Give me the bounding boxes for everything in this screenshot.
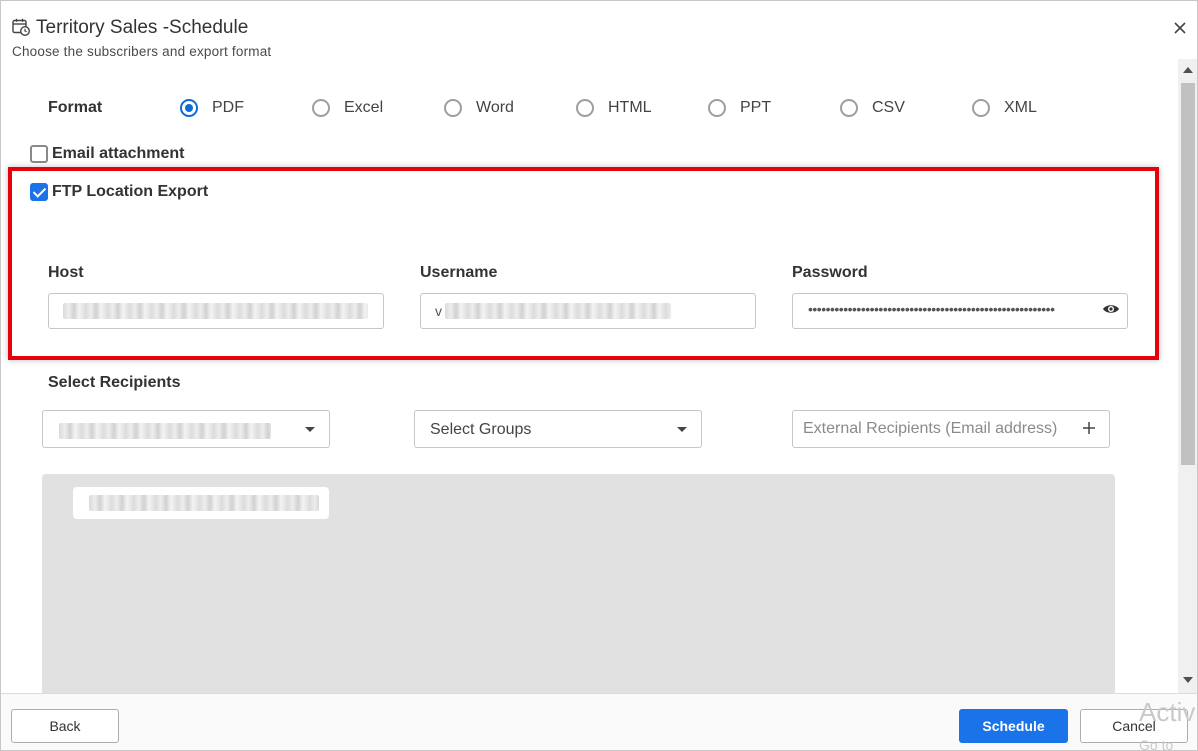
redacted-user-selection (59, 423, 271, 439)
format-radio-xml[interactable]: XML (972, 96, 1037, 120)
external-recipients-input[interactable] (792, 410, 1110, 448)
username-label: Username (420, 264, 498, 281)
cancel-button[interactable]: Cancel (1080, 709, 1188, 743)
scroll-down-icon[interactable] (1183, 677, 1193, 683)
dialog-header: Territory Sales -Schedule Choose the sub… (1, 1, 1197, 61)
eye-icon[interactable] (1102, 302, 1120, 316)
groups-dropdown[interactable]: Select Groups (414, 410, 702, 448)
groups-dropdown-text: Select Groups (430, 421, 532, 438)
format-radio-html[interactable]: HTML (576, 96, 652, 120)
redacted-recipient-name (89, 495, 319, 511)
format-radio-pdf[interactable]: PDF (180, 96, 244, 120)
radio-button-icon[interactable] (312, 99, 330, 117)
radio-button-icon[interactable] (972, 99, 990, 117)
schedule-button[interactable]: Schedule (959, 709, 1068, 743)
radio-label: Excel (344, 99, 384, 116)
radio-button-icon[interactable] (444, 99, 462, 117)
format-radio-ppt[interactable]: PPT (708, 96, 771, 120)
ftp-location-export-label: FTP Location Export (52, 183, 209, 200)
schedule-dialog: Territory Sales -Schedule Choose the sub… (0, 0, 1198, 751)
chevron-down-icon[interactable] (677, 427, 687, 432)
recipient-chip[interactable] (73, 487, 329, 519)
host-label: Host (48, 264, 84, 281)
radio-label: XML (1004, 99, 1037, 116)
email-attachment-label: Email attachment (52, 145, 185, 162)
radio-label: PDF (212, 99, 244, 116)
radio-label: PPT (740, 99, 772, 116)
password-label: Password (792, 264, 868, 281)
format-label: Format (48, 99, 103, 116)
host-input[interactable] (48, 293, 384, 329)
radio-label: Word (476, 99, 514, 116)
radio-button-icon[interactable] (180, 99, 198, 117)
radio-button-icon[interactable] (708, 99, 726, 117)
format-radio-csv[interactable]: CSV (840, 96, 905, 120)
back-button[interactable]: Back (11, 709, 119, 743)
chevron-down-icon[interactable] (305, 427, 315, 432)
dialog-title: Territory Sales -Schedule (36, 17, 249, 38)
username-input[interactable] (420, 293, 756, 329)
radio-label: HTML (608, 99, 652, 116)
radio-button-icon[interactable] (576, 99, 594, 117)
ftp-location-export-checkbox[interactable]: FTP Location Export (30, 182, 208, 202)
scroll-up-icon[interactable] (1183, 67, 1193, 73)
plus-icon[interactable] (1082, 421, 1096, 435)
format-radio-excel[interactable]: Excel (312, 96, 383, 120)
radio-button-icon[interactable] (840, 99, 858, 117)
vertical-scrollbar[interactable] (1178, 59, 1197, 693)
checkbox-icon[interactable] (30, 145, 48, 163)
username-visible-prefix: v (435, 303, 442, 319)
dialog-footer: Back Schedule Cancel (1, 693, 1197, 750)
radio-label: CSV (872, 99, 905, 116)
format-radio-word[interactable]: Word (444, 96, 514, 120)
users-dropdown[interactable] (42, 410, 330, 448)
calendar-clock-icon (12, 18, 30, 36)
close-icon[interactable] (1171, 19, 1189, 37)
checkbox-checked-icon[interactable] (30, 183, 48, 201)
email-attachment-checkbox[interactable]: Email attachment (30, 144, 184, 164)
dialog-subtitle: Choose the subscribers and export format (12, 44, 272, 59)
select-recipients-label: Select Recipients (48, 374, 181, 391)
password-input[interactable] (792, 293, 1128, 329)
scrollbar-thumb[interactable] (1181, 83, 1195, 465)
